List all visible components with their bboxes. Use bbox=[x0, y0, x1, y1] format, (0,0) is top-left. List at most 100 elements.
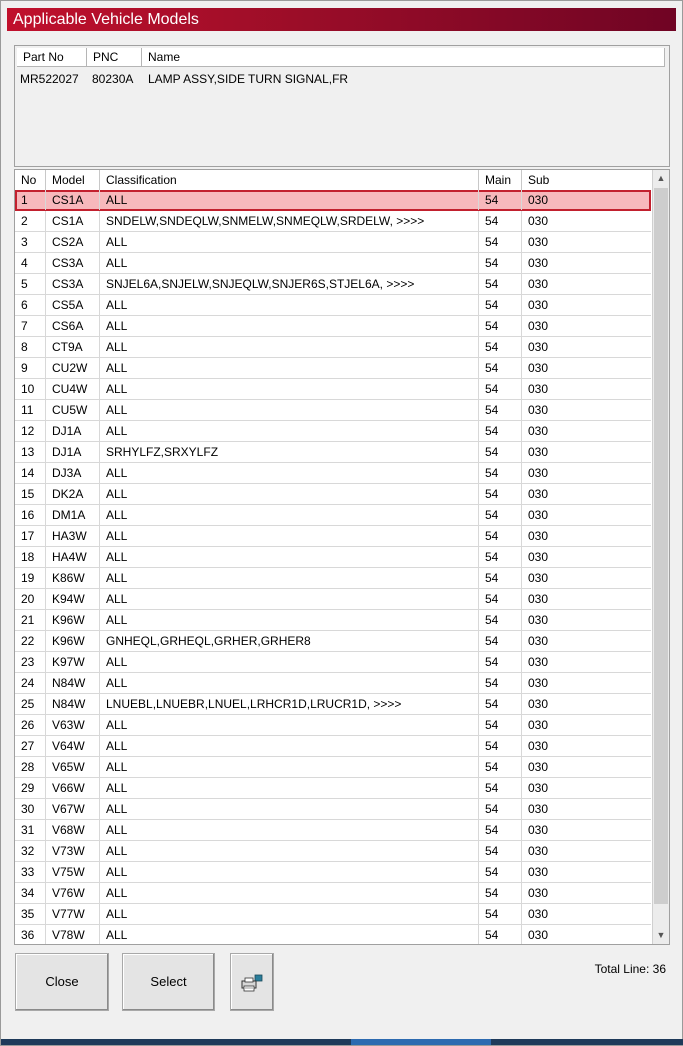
table-row[interactable]: 34 V76W ALL 54 030 bbox=[15, 883, 651, 904]
cell-no: 13 bbox=[15, 442, 46, 462]
cell-sub: 030 bbox=[528, 760, 549, 774]
select-button[interactable]: Select bbox=[122, 953, 215, 1011]
table-row[interactable]: 36 V78W ALL 54 030 bbox=[15, 925, 651, 944]
table-row[interactable]: 27 V64W ALL 54 030 bbox=[15, 736, 651, 757]
cell-no: 14 bbox=[15, 463, 46, 483]
cell-no: 30 bbox=[15, 799, 46, 819]
cell-sub: 030 bbox=[528, 466, 549, 480]
cell-sub: 030 bbox=[528, 424, 549, 438]
table-row[interactable]: 12 DJ1A ALL 54 030 bbox=[15, 421, 651, 442]
cell-classification: ALL bbox=[100, 904, 479, 924]
table-row[interactable]: 9 CU2W ALL 54 030 bbox=[15, 358, 651, 379]
cell-main: 54 bbox=[479, 631, 522, 651]
vehicle-model-list[interactable]: No Model Classification Main Sub 1 CS1A AL… bbox=[14, 169, 670, 945]
cell-model: CS3A bbox=[46, 274, 100, 294]
table-row[interactable]: 13 DJ1A SRHYLFZ,SRXYLFZ 54 030 bbox=[15, 442, 651, 463]
cell-no: 31 bbox=[15, 820, 46, 840]
close-button[interactable]: Close bbox=[15, 953, 109, 1011]
cell-main: 54 bbox=[479, 904, 522, 924]
cell-main: 54 bbox=[479, 652, 522, 672]
table-row[interactable]: 10 CU4W ALL 54 030 bbox=[15, 379, 651, 400]
cell-sub: 030 bbox=[528, 319, 549, 333]
cell-sub: 030 bbox=[528, 361, 549, 375]
table-row[interactable]: 23 K97W ALL 54 030 bbox=[15, 652, 651, 673]
table-row[interactable]: 24 N84W ALL 54 030 bbox=[15, 673, 651, 694]
table-row[interactable]: 32 V73W ALL 54 030 bbox=[15, 841, 651, 862]
table-row[interactable]: 31 V68W ALL 54 030 bbox=[15, 820, 651, 841]
cell-classification: SRHYLFZ,SRXYLFZ bbox=[100, 442, 479, 462]
column-header-classification[interactable]: Classification bbox=[100, 170, 479, 190]
cell-no: 34 bbox=[15, 883, 46, 903]
table-row[interactable]: 26 V63W ALL 54 030 bbox=[15, 715, 651, 736]
cell-no: 25 bbox=[15, 694, 46, 714]
table-row[interactable]: 14 DJ3A ALL 54 030 bbox=[15, 463, 651, 484]
cell-main: 54 bbox=[479, 400, 522, 420]
table-row[interactable]: 1 CS1A ALL 54 030 bbox=[15, 190, 651, 211]
table-row[interactable]: 8 CT9A ALL 54 030 bbox=[15, 337, 651, 358]
cell-sub: 030 bbox=[528, 508, 549, 522]
cell-main: 54 bbox=[479, 484, 522, 504]
table-row[interactable]: 3 CS2A ALL 54 030 bbox=[15, 232, 651, 253]
header-pnc[interactable]: PNC bbox=[87, 48, 142, 67]
header-name[interactable]: Name bbox=[142, 48, 665, 67]
column-header-main[interactable]: Main bbox=[479, 170, 522, 190]
scroll-down-arrow-icon[interactable]: ▼ bbox=[653, 927, 669, 944]
vertical-scrollbar[interactable]: ▲ ▼ bbox=[652, 170, 669, 944]
table-row[interactable]: 4 CS3A ALL 54 030 bbox=[15, 253, 651, 274]
table-row[interactable]: 16 DM1A ALL 54 030 bbox=[15, 505, 651, 526]
cell-model: K96W bbox=[46, 610, 100, 630]
cell-sub: 030 bbox=[528, 382, 549, 396]
cell-main: 54 bbox=[479, 736, 522, 756]
table-row[interactable]: 25 N84W LNUEBL,LNUEBR,LNUEL,LRHCR1D,LRUCR1… bbox=[15, 694, 651, 715]
cell-classification: ALL bbox=[100, 736, 479, 756]
part-info-row[interactable]: MR522027 80230A LAMP ASSY,SIDE TURN SIGN… bbox=[15, 70, 669, 88]
table-row[interactable]: 11 CU5W ALL 54 030 bbox=[15, 400, 651, 421]
cell-no: 36 bbox=[15, 925, 46, 944]
cell-model: V64W bbox=[46, 736, 100, 756]
table-row[interactable]: 28 V65W ALL 54 030 bbox=[15, 757, 651, 778]
total-line-label: Total Line: 36 bbox=[594, 962, 666, 976]
cell-classification: ALL bbox=[100, 610, 479, 630]
cell-model: K86W bbox=[46, 568, 100, 588]
cell-classification: ALL bbox=[100, 316, 479, 336]
table-row[interactable]: 29 V66W ALL 54 030 bbox=[15, 778, 651, 799]
cell-model: V75W bbox=[46, 862, 100, 882]
header-part-no[interactable]: Part No bbox=[17, 48, 87, 67]
cell-model: CS6A bbox=[46, 316, 100, 336]
cell-main: 54 bbox=[479, 715, 522, 735]
table-row[interactable]: 7 CS6A ALL 54 030 bbox=[15, 316, 651, 337]
scroll-up-arrow-icon[interactable]: ▲ bbox=[653, 170, 669, 187]
cell-no: 3 bbox=[15, 232, 46, 252]
table-row[interactable]: 22 K96W GNHEQL,GRHEQL,GRHER,GRHER8 54 030 bbox=[15, 631, 651, 652]
table-row[interactable]: 6 CS5A ALL 54 030 bbox=[15, 295, 651, 316]
cell-classification: ALL bbox=[100, 715, 479, 735]
cell-model: CS5A bbox=[46, 295, 100, 315]
table-row[interactable]: 21 K96W ALL 54 030 bbox=[15, 610, 651, 631]
table-row[interactable]: 30 V67W ALL 54 030 bbox=[15, 799, 651, 820]
column-header-no[interactable]: No bbox=[15, 170, 46, 190]
table-row[interactable]: 17 HA3W ALL 54 030 bbox=[15, 526, 651, 547]
table-row[interactable]: 33 V75W ALL 54 030 bbox=[15, 862, 651, 883]
printer-icon bbox=[241, 974, 263, 992]
cell-classification: ALL bbox=[100, 673, 479, 693]
cell-classification: ALL bbox=[100, 820, 479, 840]
table-row[interactable]: 19 K86W ALL 54 030 bbox=[15, 568, 651, 589]
cell-model: K97W bbox=[46, 652, 100, 672]
cell-no: 1 bbox=[15, 190, 46, 210]
cell-model: K96W bbox=[46, 631, 100, 651]
table-row[interactable]: 35 V77W ALL 54 030 bbox=[15, 904, 651, 925]
column-header-sub[interactable]: Sub bbox=[522, 170, 655, 190]
table-row[interactable]: 18 HA4W ALL 54 030 bbox=[15, 547, 651, 568]
scrollbar-thumb[interactable] bbox=[654, 188, 668, 904]
table-row[interactable]: 2 CS1A SNDELW,SNDEQLW,SNMELW,SNMEQLW,SRDEL… bbox=[15, 211, 651, 232]
cell-main: 54 bbox=[479, 379, 522, 399]
print-button[interactable] bbox=[230, 953, 274, 1011]
cell-sub: 030 bbox=[528, 634, 549, 648]
cell-model: CT9A bbox=[46, 337, 100, 357]
table-row[interactable]: 15 DK2A ALL 54 030 bbox=[15, 484, 651, 505]
table-row[interactable]: 5 CS3A SNJEL6A,SNJELW,SNJEQLW,SNJER6S,STJE… bbox=[15, 274, 651, 295]
column-header-model[interactable]: Model bbox=[46, 170, 100, 190]
cell-sub: 030 bbox=[528, 403, 549, 417]
table-row[interactable]: 20 K94W ALL 54 030 bbox=[15, 589, 651, 610]
cell-model: DM1A bbox=[46, 505, 100, 525]
